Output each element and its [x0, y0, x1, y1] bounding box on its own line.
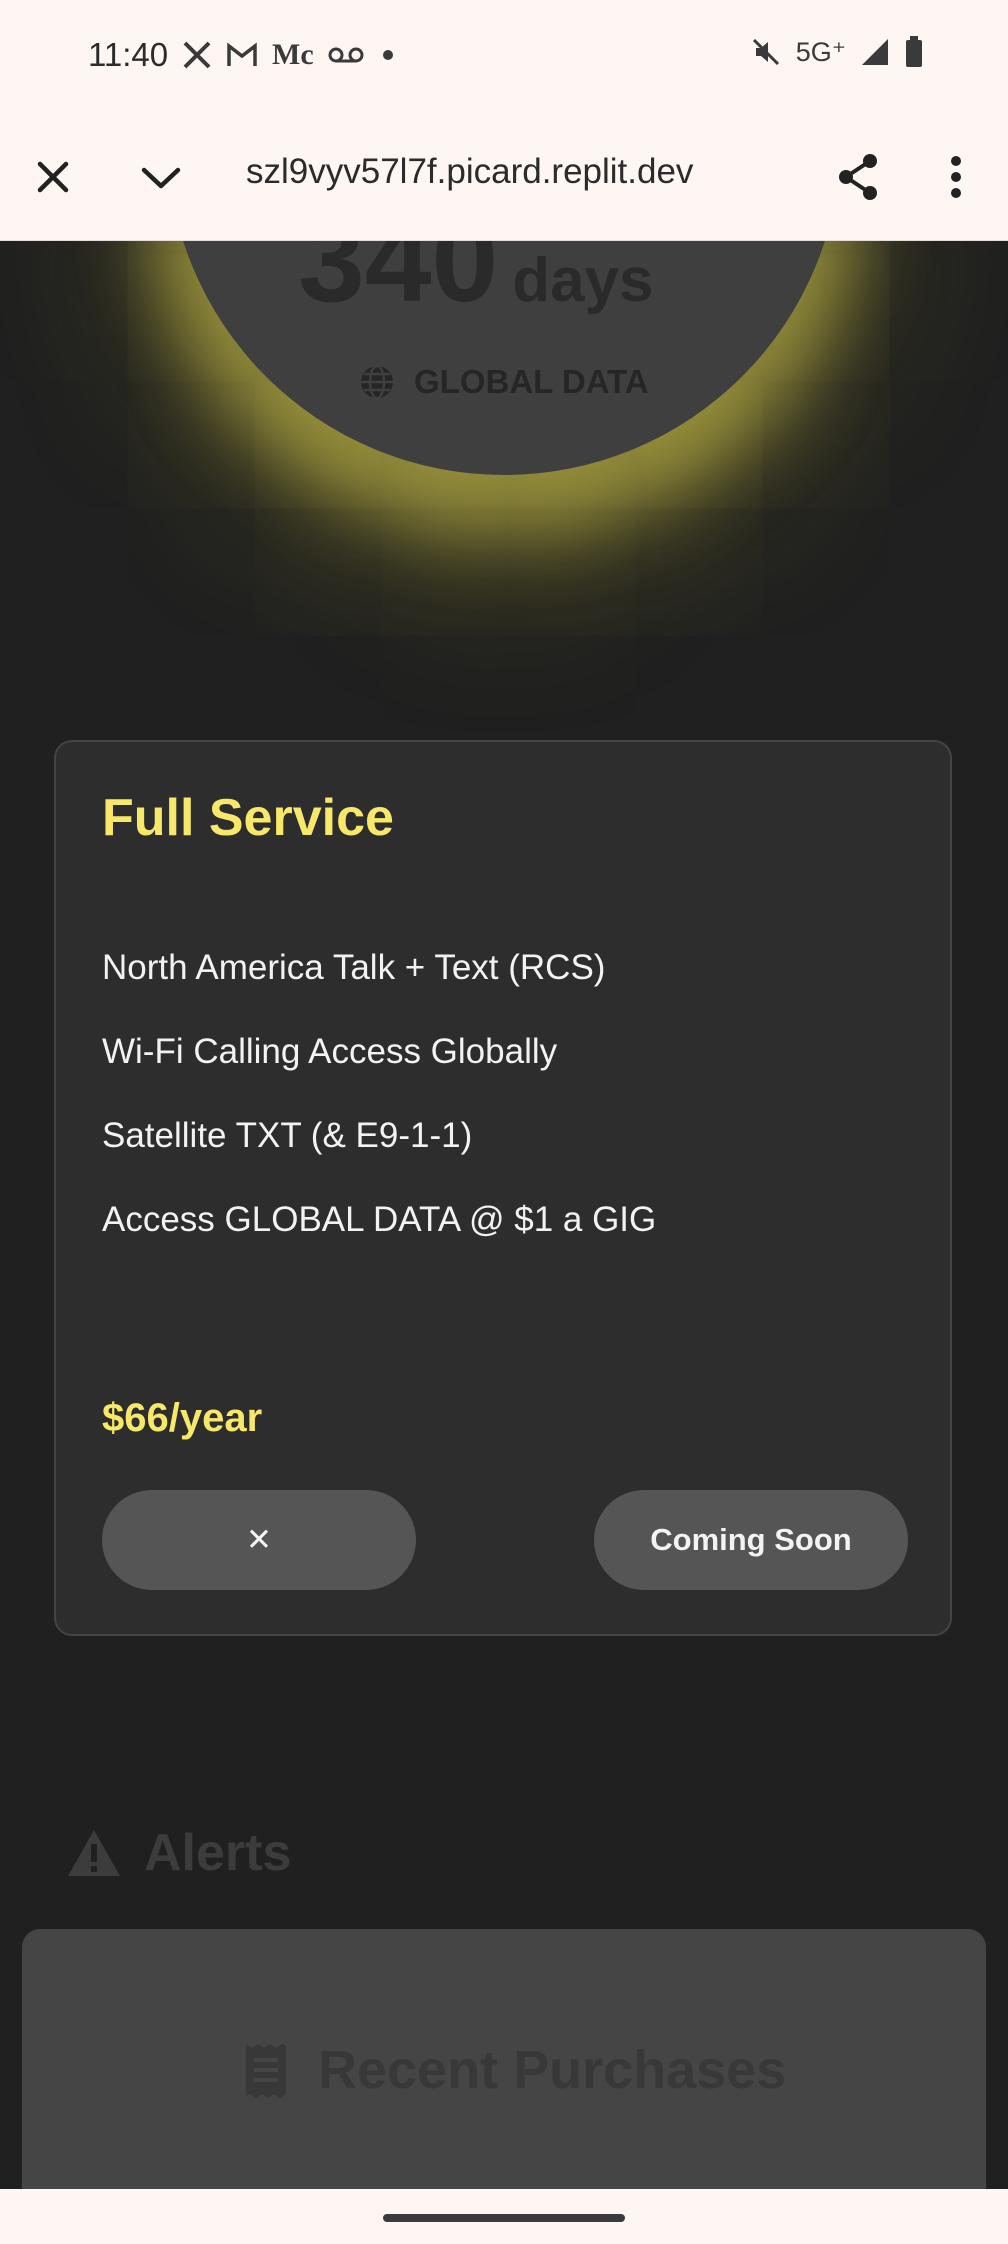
status-time: 11:40 — [88, 36, 169, 73]
alerts-header: Alerts — [66, 1823, 291, 1883]
notification-icons: Mc — [182, 38, 398, 72]
home-gesture-handle[interactable] — [383, 2214, 625, 2222]
close-icon — [37, 161, 69, 193]
mute-icon — [750, 36, 782, 68]
navigation-bar — [0, 2189, 1008, 2244]
globe-icon — [361, 364, 393, 400]
gmail-icon — [226, 41, 258, 69]
url-bar[interactable]: szl9vyv57l7f.picard.replit.dev — [246, 152, 706, 192]
system-icons: 5G⁺ — [750, 36, 924, 68]
more-vert-icon — [951, 156, 961, 198]
collapse-button[interactable] — [138, 154, 184, 200]
chevron-down-icon — [141, 167, 181, 189]
close-modal-button[interactable]: ✕ — [102, 1490, 416, 1590]
global-data-text: GLOBAL DATA — [414, 363, 649, 400]
feature-item: North America Talk + Text (RCS) — [102, 948, 606, 987]
medium-icon: Mc — [272, 38, 314, 71]
more-options-button[interactable] — [932, 152, 980, 202]
plan-details-modal: Full Service North America Talk + Text (… — [54, 740, 952, 1636]
alerts-title: Alerts — [144, 1824, 292, 1882]
voicemail-icon — [328, 45, 364, 65]
feature-item: Access GLOBAL DATA @ $1 a GIG — [102, 1200, 657, 1239]
recent-purchases-title: Recent Purchases — [318, 2040, 787, 2100]
close-tab-button[interactable] — [30, 154, 76, 200]
days-label: days — [512, 246, 654, 315]
battery-icon — [904, 36, 924, 68]
share-button[interactable] — [834, 152, 882, 202]
dot-icon — [378, 45, 398, 65]
receipt-icon — [246, 2044, 286, 2098]
modal-title: Full Service — [102, 789, 394, 847]
status-bar: 11:40 Mc 5G⁺ — [0, 0, 1008, 114]
recent-purchases-header: Recent Purchases — [244, 2039, 786, 2101]
warning-icon — [68, 1830, 120, 1876]
plan-price: $66/year — [102, 1396, 263, 1440]
global-data-label: GLOBAL DATA — [358, 363, 649, 401]
signal-icon — [860, 37, 890, 67]
x-icon — [182, 40, 212, 70]
coming-soon-button[interactable]: Coming Soon — [594, 1490, 908, 1590]
network-type: 5G⁺ — [795, 36, 846, 67]
share-icon — [839, 154, 877, 200]
recent-purchases-card: Recent Purchases — [22, 1929, 986, 2189]
days-remaining: 340 days — [298, 241, 654, 329]
browser-toolbar: szl9vyv57l7f.picard.replit.dev — [0, 114, 1008, 241]
feature-item: Wi-Fi Calling Access Globally — [102, 1032, 558, 1071]
days-number: 340 — [298, 241, 499, 327]
feature-item: Satellite TXT (& E9-1-1) — [102, 1116, 473, 1155]
